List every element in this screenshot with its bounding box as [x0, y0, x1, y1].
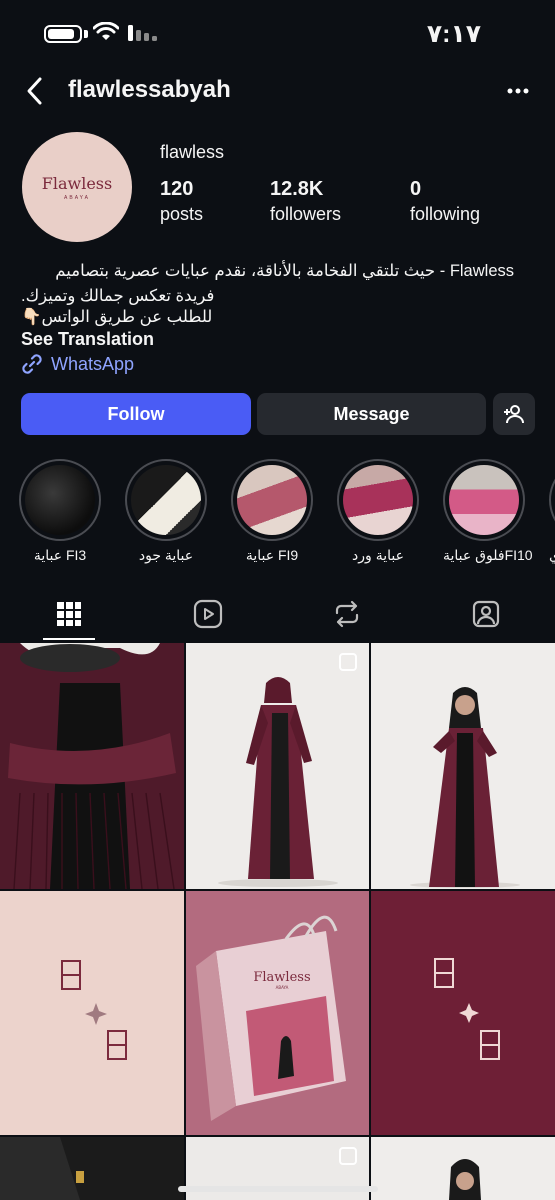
multiple-posts-icon — [339, 653, 357, 671]
follow-button[interactable]: Follow — [21, 393, 251, 435]
following-label: following — [410, 204, 481, 224]
message-button[interactable]: Message — [257, 393, 486, 435]
tab-reposts[interactable] — [327, 594, 367, 634]
highlight-thumbnail — [343, 465, 413, 535]
post-image — [449, 1159, 481, 1200]
post-thumbnail[interactable] — [371, 1137, 555, 1200]
bag-brand-text: Flawless — [253, 970, 310, 985]
highlight-thumbnail — [25, 465, 95, 535]
story-highlight[interactable]: عباية جود — [125, 459, 207, 564]
highlight-label: عباية FI3 — [33, 547, 87, 563]
back-arrow-icon[interactable] — [22, 74, 48, 108]
bio-link[interactable]: WhatsApp — [21, 353, 134, 375]
post-thumbnail[interactable] — [0, 643, 184, 889]
post-thumbnail[interactable] — [371, 643, 555, 889]
posts-label: posts — [160, 204, 204, 224]
highlight-label: عباية FI9 — [245, 547, 299, 563]
tab-tagged[interactable] — [466, 594, 506, 634]
reposts-icon — [335, 600, 359, 628]
followers-label: followers — [270, 204, 342, 224]
battery-tip — [84, 30, 88, 38]
following-count[interactable]: 0 following — [410, 178, 480, 225]
story-highlight[interactable]: فلوق عبايةFI10 — [443, 459, 533, 564]
profile-avatar[interactable]: Flawless ABAYA — [22, 132, 132, 242]
followers-count[interactable]: 12.8K followers — [270, 178, 341, 225]
home-indicator[interactable] — [178, 1186, 378, 1192]
bio-line-2: فريدة تعكس جمالك وتميزك. — [21, 287, 215, 305]
post-image — [0, 1137, 84, 1200]
battery-icon — [44, 25, 82, 43]
suggested-users-button[interactable] — [493, 393, 535, 435]
tagged-icon — [472, 600, 500, 628]
tab-reels[interactable] — [188, 594, 228, 634]
bag-brand-subtext: ABAYA — [276, 985, 289, 990]
post-thumbnail[interactable] — [0, 1137, 184, 1200]
status-bar: ٧:١٧ — [0, 0, 555, 64]
story-highlight[interactable]: عباية FI9 — [231, 459, 313, 564]
followers-value: 12.8K — [270, 178, 324, 200]
post-image — [61, 960, 127, 1060]
multiple-posts-icon — [339, 1147, 357, 1165]
link-icon — [22, 354, 42, 374]
highlight-thumbnail — [449, 465, 519, 535]
story-highlight-partial[interactable]: عباي — [549, 459, 555, 564]
posts-count[interactable]: 120 posts — [160, 178, 203, 225]
more-options-icon[interactable] — [507, 88, 529, 94]
see-translation-link[interactable]: See Translation — [21, 329, 154, 350]
highlight-label: عباي — [549, 547, 555, 563]
display-name: flawless — [160, 142, 225, 162]
highlight-label: عباية ورد — [352, 547, 404, 563]
highlight-thumbnail — [237, 465, 307, 535]
highlight-label: فلوق عبايةFI10 — [443, 547, 533, 563]
post-image: Flawless ABAYA — [196, 915, 346, 1121]
bio-line-3: للطلب عن طريق الواتس👇🏻 — [21, 308, 213, 326]
battery-level — [48, 29, 74, 39]
story-highlight[interactable]: عباية FI3 — [19, 459, 101, 564]
following-value: 0 — [410, 178, 422, 200]
posts-value: 120 — [160, 178, 194, 200]
highlight-label: عباية جود — [138, 547, 194, 563]
post-image — [218, 677, 338, 887]
link-text: WhatsApp — [51, 353, 135, 374]
post-image — [0, 643, 184, 889]
wifi-icon — [93, 22, 119, 40]
post-thumbnail[interactable] — [0, 891, 184, 1135]
bio-line-1: Flawless - حيث تلتقي الفخامة بالأناقة، ن… — [55, 262, 514, 280]
highlight-thumbnail — [131, 465, 201, 535]
post-image — [410, 687, 520, 888]
add-person-icon — [504, 405, 524, 424]
active-tab-indicator — [43, 638, 95, 640]
story-highlight[interactable]: عباية ورد — [337, 459, 419, 564]
post-thumbnail[interactable]: Flawless ABAYA — [186, 891, 369, 1135]
post-thumbnail[interactable] — [371, 891, 555, 1135]
clock: ٧:١٧ — [426, 20, 481, 48]
reels-icon — [193, 599, 223, 629]
post-thumbnail[interactable] — [186, 643, 369, 889]
post-image — [434, 958, 500, 1060]
avatar-brand-subtext: ABAYA — [64, 194, 90, 201]
cellular-signal-icon — [128, 25, 157, 41]
avatar-brand-text: Flawless — [41, 173, 113, 193]
tab-grid[interactable] — [49, 594, 89, 634]
profile-header: flawlessabyah — [0, 68, 555, 114]
grid-icon — [57, 602, 81, 626]
profile-username: flawlessabyah — [68, 76, 231, 103]
